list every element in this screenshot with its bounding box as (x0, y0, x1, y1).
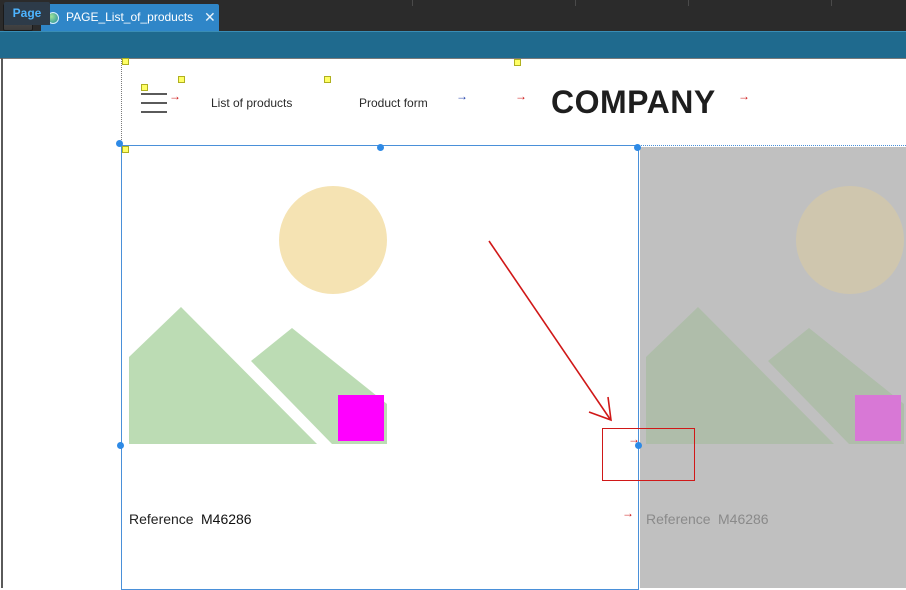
resize-handle[interactable] (634, 144, 641, 151)
image-placeholder-card-2 (646, 186, 904, 444)
link-arrow-icon[interactable]: → (169, 90, 181, 102)
annotation-box (602, 428, 695, 481)
hamburger-line (141, 93, 167, 95)
anchor-marker[interactable] (514, 59, 521, 66)
anchor-marker[interactable] (122, 58, 129, 65)
color-square (855, 395, 901, 441)
nav-item-product-form[interactable]: Product form (359, 96, 428, 110)
title-separator (575, 0, 576, 6)
hamburger-icon[interactable] (141, 92, 167, 114)
anchor-marker[interactable] (324, 76, 331, 83)
tab-page[interactable]: Page (4, 2, 50, 25)
reference-value: M46286 (718, 511, 769, 527)
title-separator (831, 0, 832, 6)
tab-label: PAGE_List_of_products (66, 10, 194, 24)
canvas-left-edge (1, 58, 3, 588)
resize-handle[interactable] (116, 140, 123, 147)
resize-handle[interactable] (377, 144, 384, 151)
annotation-arrow-line (488, 240, 611, 420)
close-icon[interactable]: ✕ (204, 4, 216, 31)
brand-title: COMPANY (551, 84, 716, 120)
hamburger-line (141, 102, 167, 104)
reference-label: Reference (646, 511, 711, 527)
title-separator (412, 0, 413, 6)
title-separator (688, 0, 689, 6)
resize-handle[interactable] (117, 442, 124, 449)
annotation-arrow (488, 240, 612, 422)
anchor-marker[interactable] (178, 76, 185, 83)
hamburger-line (141, 111, 167, 113)
page-toolbar (0, 31, 906, 58)
link-arrow-icon[interactable]: → (456, 90, 468, 102)
link-arrow-icon[interactable]: → (738, 90, 750, 102)
anchor-marker[interactable] (141, 84, 148, 91)
link-arrow-icon[interactable]: → (515, 90, 527, 102)
sun-shape (796, 186, 904, 294)
nav-item-list-of-products[interactable]: List of products (211, 96, 292, 110)
tab-page-list-of-products[interactable]: PAGE_List_of_products ✕ (41, 4, 219, 31)
